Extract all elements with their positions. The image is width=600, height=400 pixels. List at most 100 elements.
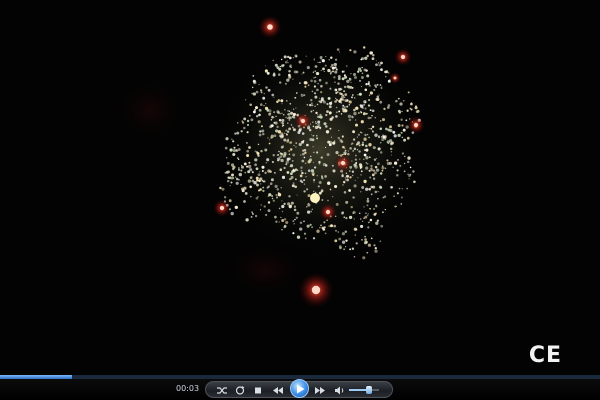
spark (343, 216, 346, 219)
spark (349, 248, 352, 251)
spark (402, 99, 405, 102)
spark (361, 238, 363, 241)
spark (357, 177, 359, 179)
spark (286, 60, 288, 62)
spark (246, 153, 250, 158)
spark (278, 221, 280, 223)
spark (373, 158, 377, 161)
spark (257, 154, 260, 157)
spark (310, 155, 312, 158)
spark (374, 84, 377, 87)
spark (334, 184, 338, 189)
spark (388, 72, 390, 74)
spark (343, 191, 347, 194)
spark (353, 184, 357, 188)
spark (313, 92, 317, 95)
spark (332, 169, 336, 173)
spark (373, 244, 376, 247)
spark (396, 173, 399, 177)
spark (266, 108, 269, 112)
video-frame[interactable]: CE (0, 0, 600, 375)
spark (364, 215, 368, 219)
spark (281, 122, 284, 125)
spark (290, 111, 294, 115)
spark (310, 110, 313, 113)
spark (288, 110, 291, 112)
spark (346, 105, 349, 108)
play-icon (297, 384, 305, 394)
spark (344, 176, 346, 178)
spark (330, 136, 333, 138)
spark (348, 103, 351, 106)
spark (283, 138, 287, 142)
spark (271, 195, 273, 197)
spark (321, 226, 325, 230)
spark (342, 70, 346, 73)
spark (375, 221, 379, 225)
spark (247, 179, 252, 183)
spark (306, 103, 309, 106)
spark (315, 111, 318, 115)
spark (366, 133, 369, 136)
spark (323, 221, 326, 224)
spark (377, 197, 379, 200)
repeat-button[interactable] (234, 385, 246, 396)
spark (369, 176, 372, 179)
spark (281, 103, 283, 105)
fireworks-scene (0, 0, 600, 375)
spark (335, 68, 338, 71)
spark (320, 189, 324, 193)
spark (325, 113, 328, 117)
spark (265, 213, 268, 217)
spark (327, 181, 331, 185)
spark (362, 112, 366, 116)
spark (340, 113, 343, 115)
volume-slider[interactable] (349, 386, 379, 394)
spark (376, 95, 380, 99)
volume-slider-thumb[interactable] (365, 386, 372, 394)
spark (306, 188, 309, 191)
spark (389, 142, 393, 146)
spark (311, 90, 314, 93)
spark (304, 172, 307, 175)
spark (317, 185, 320, 188)
next-button[interactable] (314, 385, 326, 396)
spark (287, 139, 289, 142)
spark (374, 247, 377, 250)
spark (342, 98, 345, 101)
spark (318, 191, 322, 195)
spark (335, 111, 338, 114)
play-button[interactable] (290, 379, 309, 398)
spark (324, 174, 328, 178)
mute-button[interactable] (334, 385, 346, 396)
spark (243, 186, 247, 190)
spark (338, 129, 340, 132)
spark (335, 115, 338, 118)
spark (379, 151, 383, 154)
spark (316, 229, 320, 233)
spark (349, 170, 351, 172)
ce-watermark: CE (528, 343, 562, 368)
spark (295, 146, 297, 148)
spark (355, 123, 358, 127)
spark (345, 178, 347, 180)
spark (326, 153, 330, 157)
spark (265, 65, 267, 67)
spark (284, 61, 288, 64)
spark (346, 79, 350, 84)
spark (313, 80, 317, 83)
previous-button[interactable] (272, 385, 284, 396)
spark (361, 72, 364, 75)
stop-button[interactable] (252, 385, 264, 396)
spark (339, 139, 343, 142)
spark (312, 237, 316, 240)
spark (289, 148, 293, 151)
spark (246, 131, 249, 134)
spark (314, 70, 316, 72)
smoke-cloud (110, 75, 190, 145)
spark (285, 163, 288, 166)
spark (399, 164, 402, 167)
spark (322, 162, 327, 167)
shuffle-button[interactable] (216, 385, 228, 396)
spark (312, 125, 315, 128)
